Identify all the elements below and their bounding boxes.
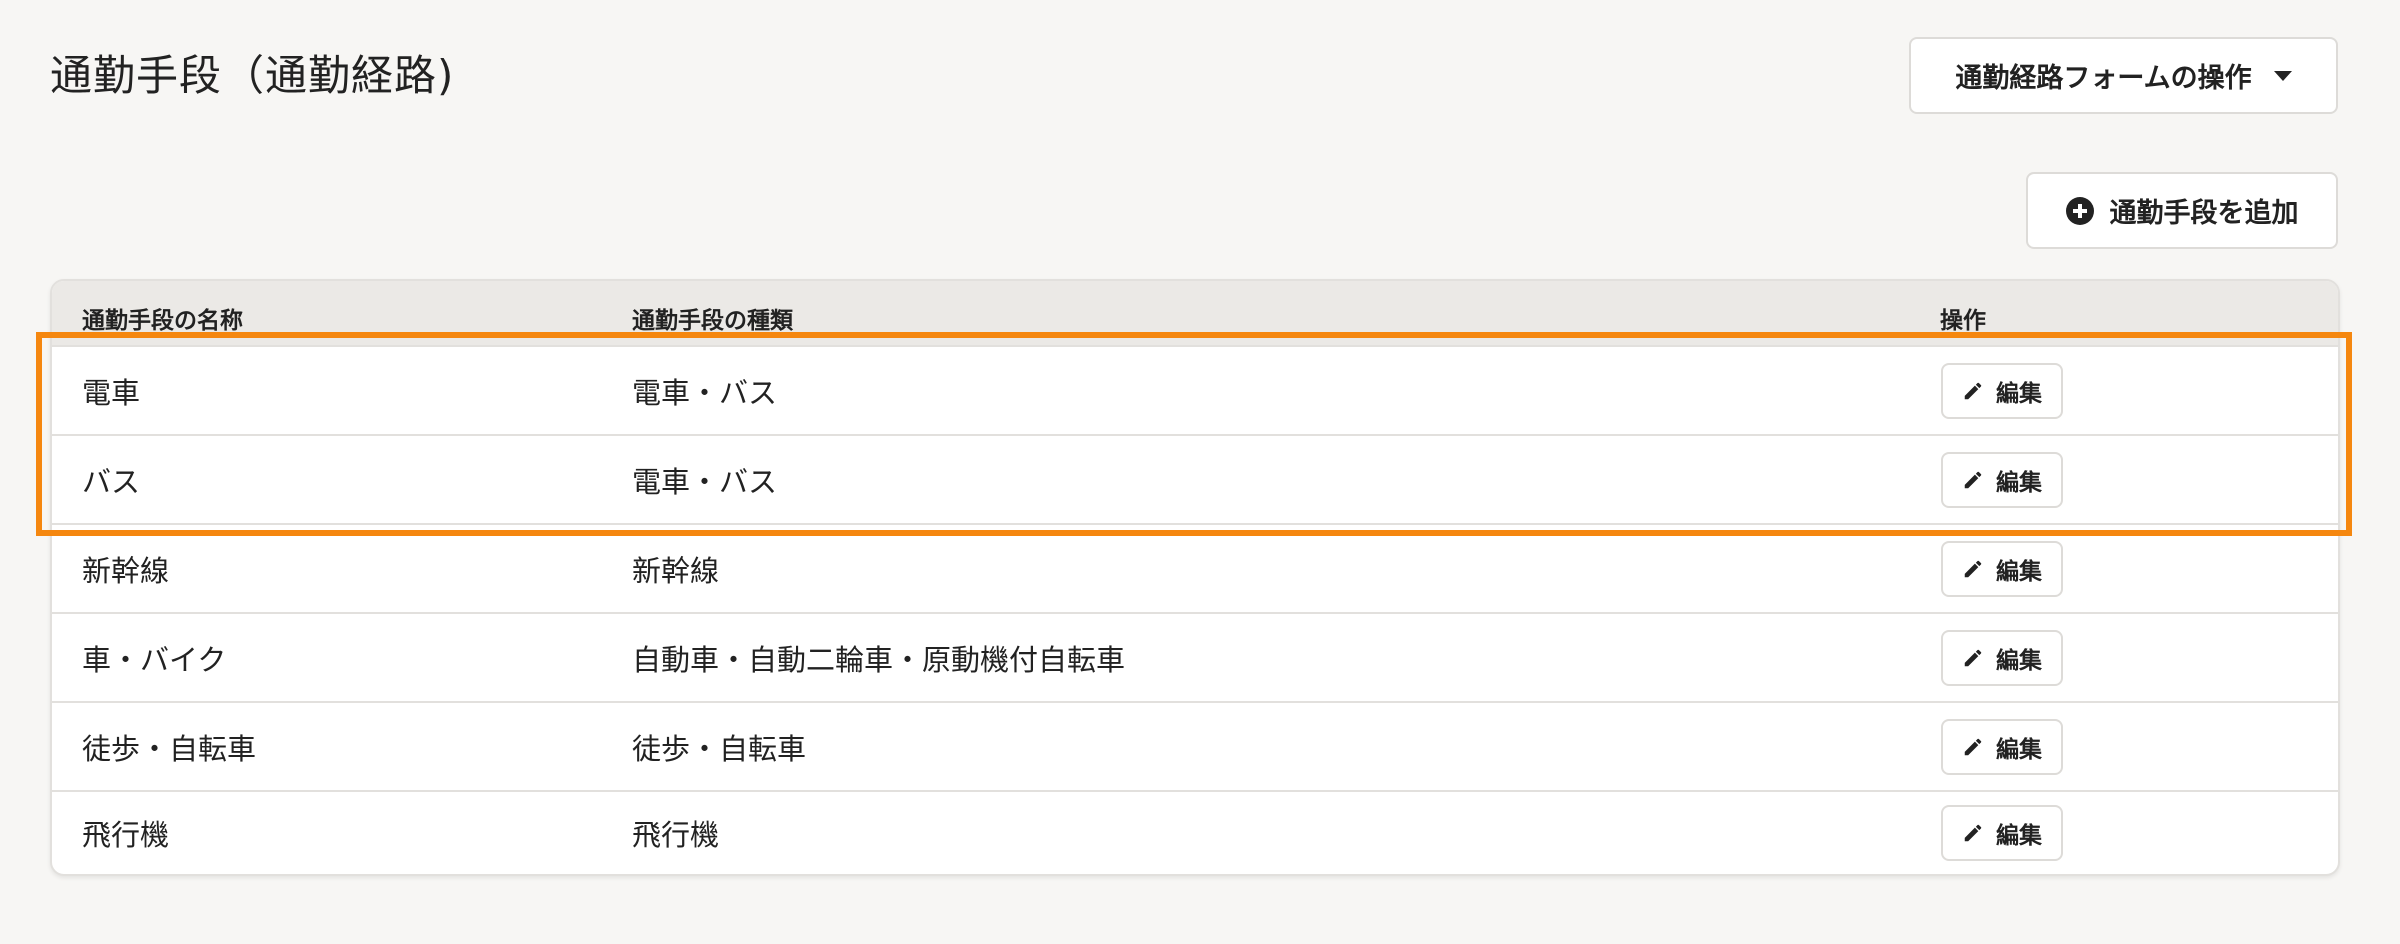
edit-label: 編集 [1996,823,2042,849]
row-type: 新幹線 [632,553,720,588]
table-header: 通勤手段の名称 通勤手段の種類 操作 [52,281,2338,345]
table-row: 電車 電車・バス 編集 [52,345,2338,434]
row-type: 電車・バス [632,375,778,410]
row-name: 新幹線 [82,553,170,588]
edit-label: 編集 [1996,736,2042,763]
row-type: 自動車・自動二輪車・原動機付自転車 [632,642,1126,677]
page-title: 通勤手段（通勤経路) [50,51,455,100]
caret-down-icon [2273,70,2292,81]
table-row: 新幹線 新幹線 編集 [52,523,2338,612]
row-name: 徒歩・自転車 [82,731,257,766]
form-actions-label: 通勤経路フォームの操作 [1955,63,2252,94]
plus-circle-icon [2065,196,2094,225]
edit-button[interactable]: 編集 [1941,540,2063,597]
edit-button[interactable]: 編集 [1941,451,2063,508]
edit-button[interactable]: 編集 [1941,718,2063,775]
edit-button[interactable]: 編集 [1941,362,2063,419]
table-row: バス 電車・バス 編集 [52,434,2338,523]
commute-methods-table: 通勤手段の名称 通勤手段の種類 操作 電車 電車・バス 編集 バス 電車・バス … [50,279,2340,876]
column-header-type: 通勤手段の種類 [632,308,793,334]
edit-button[interactable]: 編集 [1941,629,2063,686]
pencil-icon [1964,560,1982,577]
table-row: 車・バイク 自動車・自動二輪車・原動機付自転車 編集 [52,612,2338,701]
edit-label: 編集 [1996,380,2042,407]
pencil-icon [1964,738,1982,755]
pencil-icon [1964,824,1982,842]
row-type: 飛行機 [632,818,720,852]
edit-label: 編集 [1996,647,2042,674]
table-row: 飛行機 飛行機 編集 [52,790,2338,874]
pencil-icon [1964,382,1982,399]
column-header-name: 通勤手段の名称 [82,308,243,334]
pencil-icon [1964,649,1982,666]
row-type: 徒歩・自転車 [632,731,807,766]
edit-label: 編集 [1996,558,2042,585]
row-name: 電車 [82,375,141,410]
row-name: 車・バイク [82,642,227,677]
edit-button[interactable]: 編集 [1941,805,2063,861]
row-name: バス [82,464,141,499]
commute-form-actions-dropdown[interactable]: 通勤経路フォームの操作 [1909,37,2338,114]
row-type: 電車・バス [632,464,778,499]
column-header-actions: 操作 [1940,308,1986,334]
add-button-label: 通勤手段を追加 [2109,198,2299,229]
row-name: 飛行機 [82,818,170,852]
table-row: 徒歩・自転車 徒歩・自転車 編集 [52,701,2338,790]
edit-label: 編集 [1996,469,2042,496]
pencil-icon [1964,471,1982,488]
add-commute-method-button[interactable]: 通勤手段を追加 [2026,172,2338,249]
